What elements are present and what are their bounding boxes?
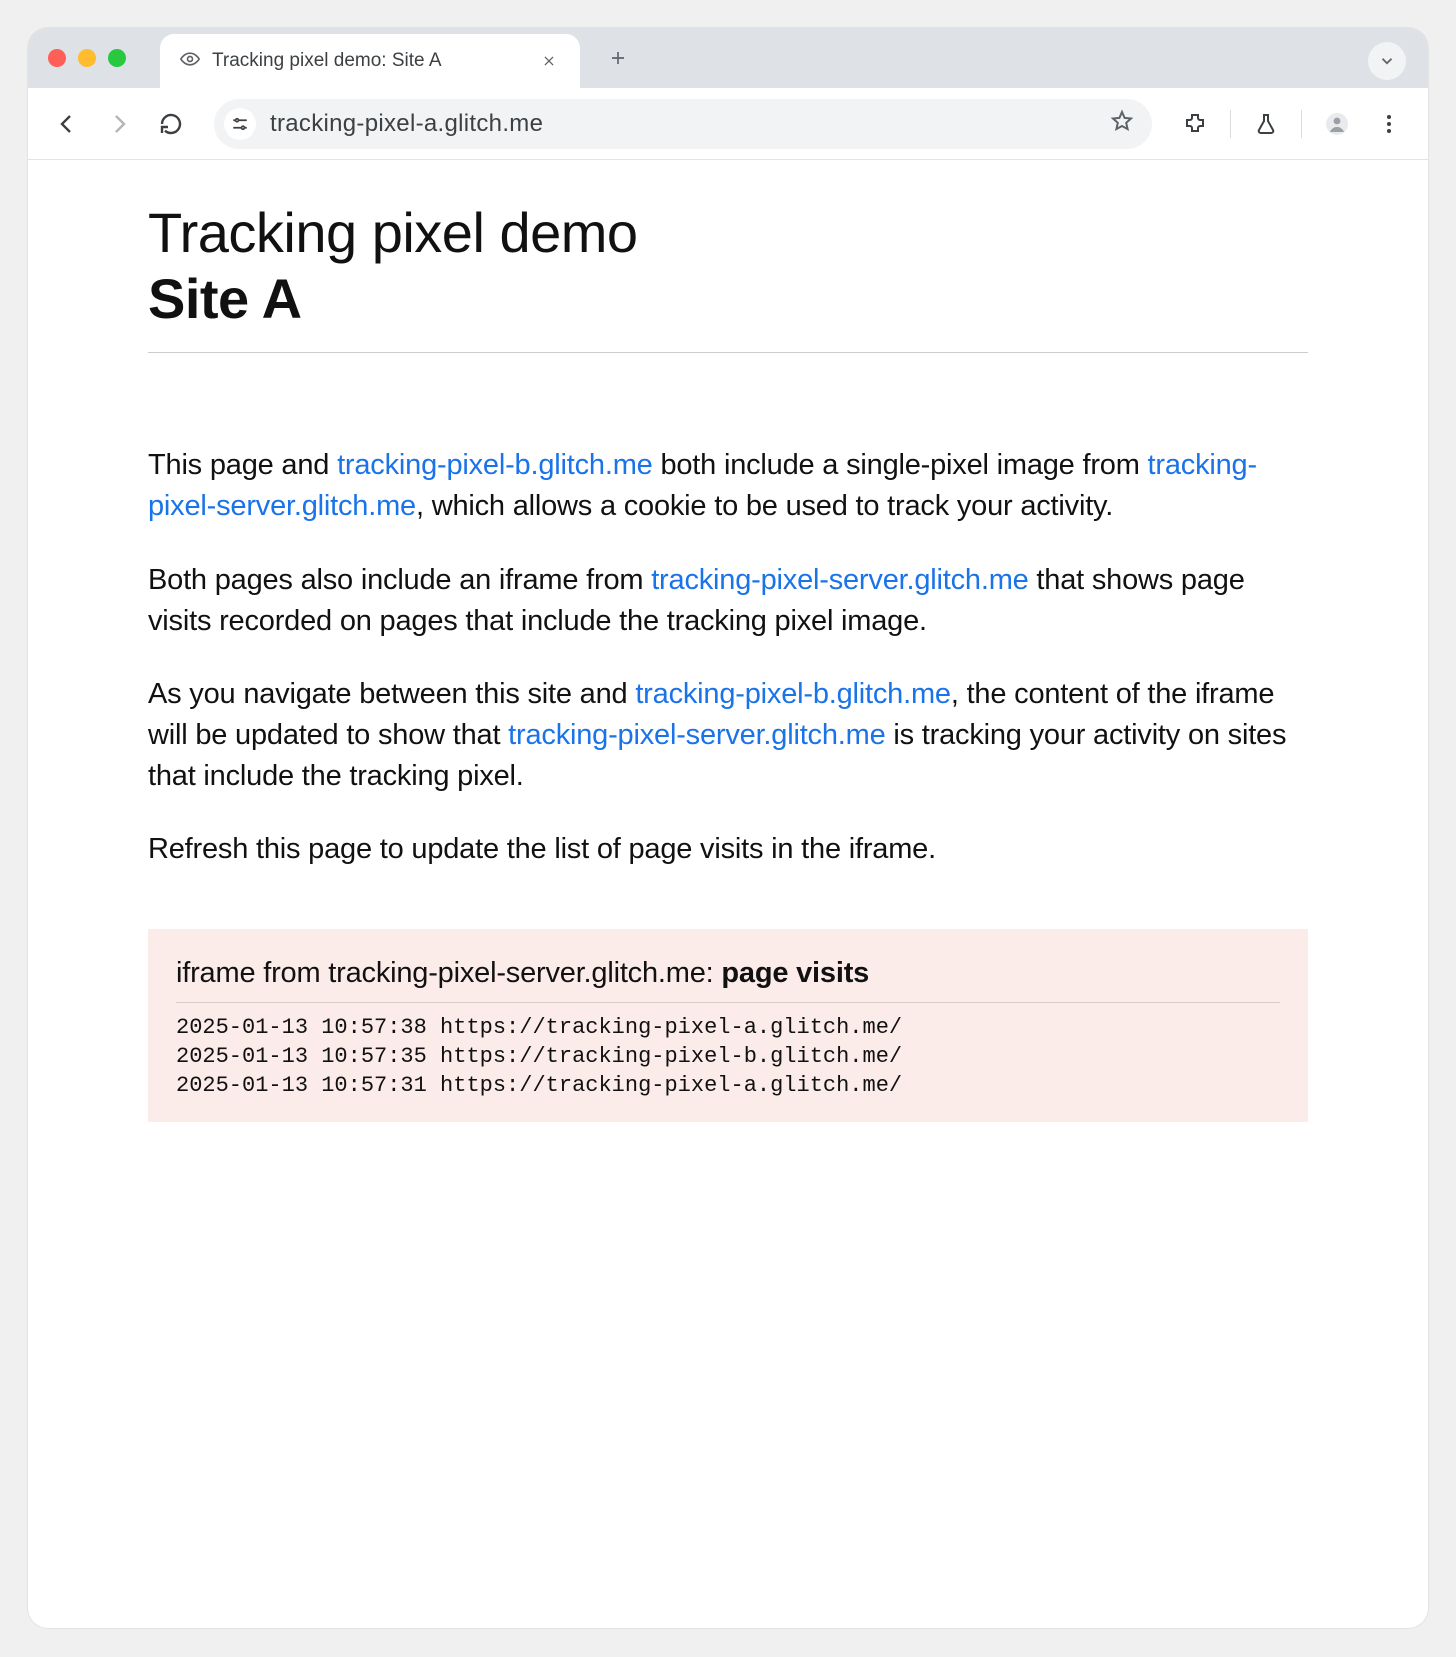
page-heading: Tracking pixel demo Site A	[148, 200, 1308, 332]
heading-line-1: Tracking pixel demo	[148, 201, 638, 264]
labs-button[interactable]	[1249, 107, 1283, 141]
extensions-button[interactable]	[1178, 107, 1212, 141]
visit-log-line: 2025-01-13 10:57:31 https://tracking-pix…	[176, 1071, 1280, 1100]
paragraph-1: This page and tracking-pixel-b.glitch.me…	[148, 445, 1308, 527]
bookmark-button[interactable]	[1110, 109, 1134, 138]
address-bar[interactable]: tracking-pixel-a.glitch.me	[214, 99, 1152, 149]
close-window-button[interactable]	[48, 49, 66, 67]
close-tab-button[interactable]	[536, 48, 562, 74]
body-text: This page and tracking-pixel-b.glitch.me…	[148, 445, 1308, 870]
paragraph-4: Refresh this page to update the list of …	[148, 829, 1308, 870]
reload-button[interactable]	[154, 107, 188, 141]
browser-tab-active[interactable]: Tracking pixel demo: Site A	[160, 34, 580, 88]
tab-strip: Tracking pixel demo: Site A	[28, 28, 1428, 88]
tabs-list-button[interactable]	[1368, 42, 1406, 80]
paragraph-2: Both pages also include an iframe from t…	[148, 560, 1308, 642]
toolbar-divider	[1230, 110, 1231, 138]
kebab-menu-button[interactable]	[1372, 107, 1406, 141]
new-tab-button[interactable]	[598, 38, 638, 78]
visit-log: 2025-01-13 10:57:38 https://tracking-pix…	[176, 1013, 1280, 1100]
site-settings-button[interactable]	[224, 108, 256, 140]
heading-rule	[148, 352, 1308, 353]
visit-log-line: 2025-01-13 10:57:38 https://tracking-pix…	[176, 1013, 1280, 1042]
window-controls	[48, 49, 126, 67]
profile-button[interactable]	[1320, 107, 1354, 141]
maximize-window-button[interactable]	[108, 49, 126, 67]
paragraph-3: As you navigate between this site and tr…	[148, 674, 1308, 798]
minimize-window-button[interactable]	[78, 49, 96, 67]
back-button[interactable]	[50, 107, 84, 141]
visit-log-line: 2025-01-13 10:57:35 https://tracking-pix…	[176, 1042, 1280, 1071]
link-site-b[interactable]: tracking-pixel-b.glitch.me	[635, 678, 951, 710]
link-pixel-server[interactable]: tracking-pixel-server.glitch.me	[651, 564, 1028, 596]
iframe-heading: iframe from tracking-pixel-server.glitch…	[176, 957, 1280, 1003]
iframe-panel: iframe from tracking-pixel-server.glitch…	[148, 929, 1308, 1122]
heading-line-2: Site A	[148, 266, 1308, 332]
link-pixel-server[interactable]: tracking-pixel-server.glitch.me	[508, 719, 885, 751]
eye-icon	[180, 49, 200, 74]
link-site-b[interactable]: tracking-pixel-b.glitch.me	[337, 449, 653, 481]
browser-toolbar: tracking-pixel-a.glitch.me	[28, 88, 1428, 160]
toolbar-divider	[1301, 110, 1302, 138]
url-text: tracking-pixel-a.glitch.me	[270, 110, 1096, 138]
browser-window: Tracking pixel demo: Site A	[28, 28, 1428, 1628]
forward-button[interactable]	[102, 107, 136, 141]
page-content: Tracking pixel demo Site A This page and…	[28, 160, 1428, 1628]
tab-title: Tracking pixel demo: Site A	[212, 50, 524, 72]
